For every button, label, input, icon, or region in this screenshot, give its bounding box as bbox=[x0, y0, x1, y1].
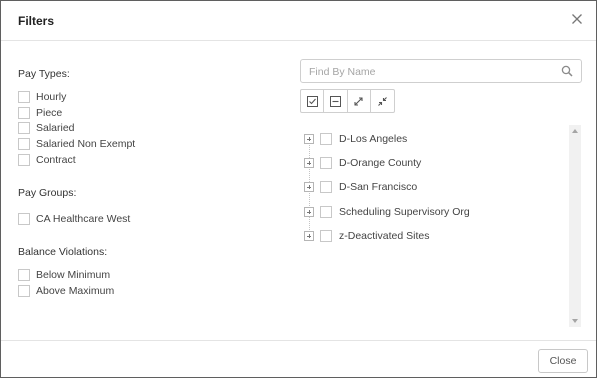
checkbox[interactable] bbox=[18, 107, 30, 119]
dialog-body: Pay Types: Hourly Piece Salaried Salarie… bbox=[1, 42, 596, 340]
scroll-down-arrow-icon[interactable] bbox=[572, 319, 578, 323]
pay-type-option[interactable]: Salaried bbox=[18, 121, 75, 135]
expand-icon[interactable] bbox=[304, 231, 314, 241]
pay-type-option[interactable]: Hourly bbox=[18, 90, 66, 104]
deselect-all-icon bbox=[329, 95, 341, 107]
checkbox-label: Above Maximum bbox=[36, 285, 115, 297]
checkbox[interactable] bbox=[18, 154, 30, 166]
search-box[interactable] bbox=[300, 59, 582, 83]
expand-icon[interactable] bbox=[304, 207, 314, 217]
checkbox-label: Hourly bbox=[36, 91, 67, 103]
expand-icon[interactable] bbox=[304, 158, 314, 168]
dialog-header: Filters bbox=[1, 1, 596, 41]
search-input[interactable] bbox=[309, 64, 554, 79]
tree-item-label: D-Los Angeles bbox=[339, 133, 408, 145]
checkbox[interactable] bbox=[18, 285, 30, 297]
search-icon[interactable] bbox=[561, 65, 573, 77]
scroll-up-arrow-icon[interactable] bbox=[572, 129, 578, 133]
expand-icon[interactable] bbox=[304, 182, 314, 192]
checkbox[interactable] bbox=[18, 269, 30, 281]
tree-item[interactable]: D-Orange County bbox=[300, 156, 421, 170]
collapse-all-icon bbox=[377, 96, 387, 106]
deselect-all-button[interactable] bbox=[324, 90, 348, 112]
select-all-icon bbox=[306, 95, 318, 107]
checkbox[interactable] bbox=[18, 122, 30, 134]
select-all-button[interactable] bbox=[301, 90, 325, 112]
tree-scrollbar[interactable] bbox=[569, 125, 581, 327]
expand-icon[interactable] bbox=[304, 134, 314, 144]
close-button[interactable]: Close bbox=[538, 349, 588, 373]
pay-type-option[interactable]: Contract bbox=[18, 153, 76, 167]
tree-item[interactable]: z-Deactivated Sites bbox=[300, 229, 429, 243]
tree-checkbox[interactable] bbox=[320, 230, 332, 242]
balance-violation-option[interactable]: Above Maximum bbox=[18, 284, 114, 298]
balance-violation-option[interactable]: Below Minimum bbox=[18, 268, 110, 282]
tree-item[interactable]: Scheduling Supervisory Org bbox=[300, 205, 470, 219]
expand-all-icon bbox=[354, 96, 363, 106]
tree-checkbox[interactable] bbox=[320, 206, 332, 218]
pay-types-label: Pay Types: bbox=[18, 68, 70, 80]
collapse-all-button[interactable] bbox=[371, 90, 394, 112]
pay-type-option[interactable]: Piece bbox=[18, 106, 62, 120]
pay-type-option[interactable]: Salaried Non Exempt bbox=[18, 137, 135, 151]
checkbox-label: Below Minimum bbox=[36, 269, 111, 281]
tree-toolbar bbox=[300, 89, 395, 113]
checkbox[interactable] bbox=[18, 91, 30, 103]
tree-item[interactable]: D-Los Angeles bbox=[300, 132, 407, 146]
dialog-footer: Close bbox=[1, 340, 596, 377]
tree-item-label: D-Orange County bbox=[339, 157, 422, 169]
expand-all-button[interactable] bbox=[348, 90, 371, 112]
tree-item-label: Scheduling Supervisory Org bbox=[339, 206, 470, 218]
dialog-title: Filters bbox=[18, 14, 55, 28]
checkbox-label: Salaried bbox=[36, 122, 75, 134]
tree-item[interactable]: D-San Francisco bbox=[300, 180, 417, 194]
checkbox-label: CA Healthcare West bbox=[36, 213, 131, 225]
checkbox[interactable] bbox=[18, 138, 30, 150]
checkbox-label: Piece bbox=[36, 107, 63, 119]
org-tree: D-Los Angeles D-Orange County D-San Fran… bbox=[300, 124, 582, 327]
checkbox-label: Contract bbox=[36, 154, 76, 166]
checkbox-label: Salaried Non Exempt bbox=[36, 138, 136, 150]
filters-dialog: Filters Pay Types: Hourly Piece Salaried… bbox=[0, 0, 597, 378]
tree-item-label: D-San Francisco bbox=[339, 181, 418, 193]
pay-groups-label: Pay Groups: bbox=[18, 187, 77, 199]
close-icon[interactable] bbox=[569, 11, 585, 27]
pay-group-option[interactable]: CA Healthcare West bbox=[18, 212, 130, 226]
tree-item-label: z-Deactivated Sites bbox=[339, 230, 430, 242]
tree-checkbox[interactable] bbox=[320, 157, 332, 169]
balance-violations-label: Balance Violations: bbox=[18, 246, 108, 258]
checkbox[interactable] bbox=[18, 213, 30, 225]
tree-checkbox[interactable] bbox=[320, 181, 332, 193]
tree-checkbox[interactable] bbox=[320, 133, 332, 145]
